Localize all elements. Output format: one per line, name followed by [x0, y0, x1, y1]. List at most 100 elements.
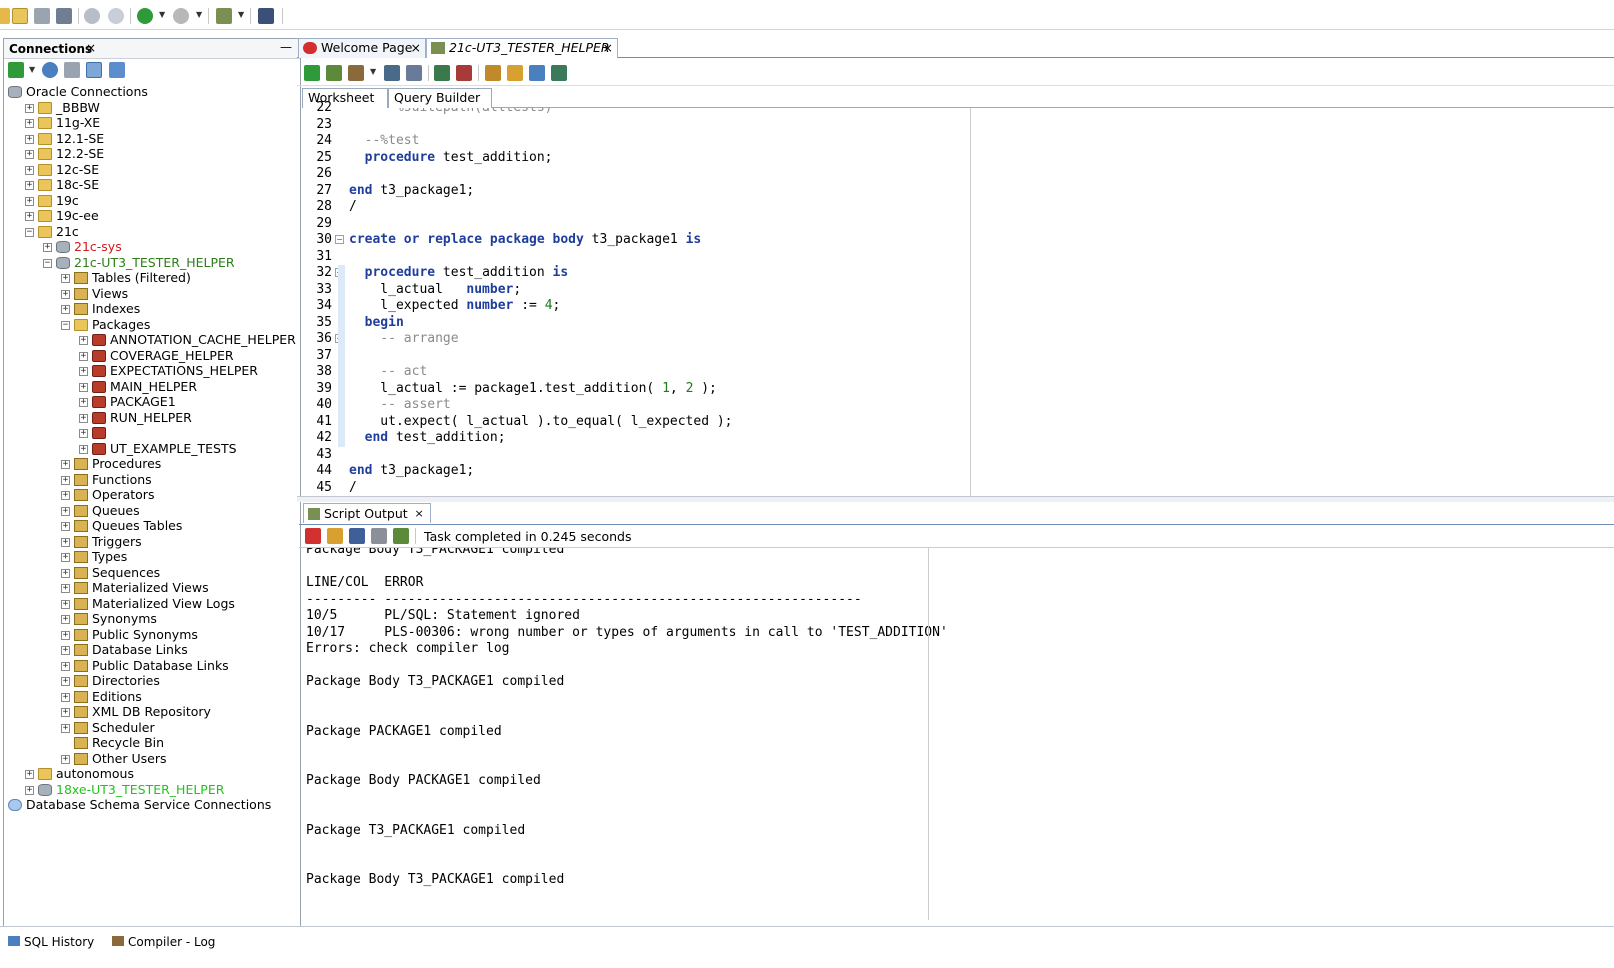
add-connection-dropdown-icon[interactable]: ▼: [29, 65, 35, 74]
expand-icon[interactable]: +: [61, 522, 70, 531]
tree-node[interactable]: + Operators: [4, 487, 300, 503]
tree-node[interactable]: + Synonyms: [4, 611, 300, 627]
tree-node[interactable]: + Scheduler: [4, 720, 300, 736]
clear-icon[interactable]: [507, 65, 523, 81]
tree-node[interactable]: + Procedures: [4, 456, 300, 472]
tree-node[interactable]: + Database Links: [4, 642, 300, 658]
expand-icon[interactable]: +: [61, 475, 70, 485]
tree-node[interactable]: +21c-sys: [4, 239, 300, 255]
autotrace-icon[interactable]: [348, 65, 364, 81]
tree-node[interactable]: + Triggers: [4, 534, 300, 550]
refresh-icon[interactable]: [42, 62, 58, 78]
expand-icon[interactable]: +: [61, 615, 70, 624]
collapse-all-icon[interactable]: [109, 62, 125, 78]
run-statement-icon[interactable]: [304, 65, 320, 81]
undo-icon[interactable]: [84, 8, 100, 24]
pin-icon[interactable]: [305, 528, 321, 544]
expand-icon[interactable]: +: [79, 398, 88, 407]
tab-welcome-page[interactable]: Welcome Page ×: [298, 38, 426, 58]
tree-node[interactable]: +: [4, 425, 300, 441]
expand-icon[interactable]: +: [79, 444, 88, 454]
tree-node[interactable]: +19c-ee: [4, 208, 300, 224]
expand-icon[interactable]: +: [25, 119, 34, 128]
filter-icon[interactable]: [64, 62, 80, 78]
tree-node[interactable]: + XML DB Repository: [4, 704, 300, 720]
expand-icon[interactable]: +: [79, 413, 88, 423]
clear-icon[interactable]: [327, 528, 343, 544]
expand-icon[interactable]: +: [25, 196, 34, 206]
unshared-sql-icon[interactable]: [485, 65, 501, 81]
expand-icon[interactable]: +: [25, 770, 34, 779]
tab-compiler-log[interactable]: Compiler - Log: [112, 935, 215, 949]
explain-plan-icon[interactable]: [384, 65, 400, 81]
new-icon[interactable]: [0, 8, 10, 24]
tab-script-output[interactable]: Script Output ×: [303, 503, 431, 523]
tree-node[interactable]: + Views: [4, 286, 300, 302]
expand-icon[interactable]: +: [61, 630, 70, 640]
expand-icon[interactable]: +: [61, 661, 70, 671]
open-icon[interactable]: [12, 8, 28, 24]
tree-node[interactable]: + Materialized View Logs: [4, 596, 300, 612]
tree-node[interactable]: + PACKAGE1: [4, 394, 300, 410]
sql-editor[interactable]: --%suitepath(alltests) --%test procedure…: [349, 108, 969, 496]
tree-node[interactable]: +12c-SE: [4, 162, 300, 178]
tree-node[interactable]: + Other Users: [4, 751, 300, 767]
rollback-icon[interactable]: [456, 65, 472, 81]
tree-node[interactable]: Database Schema Service Connections: [4, 797, 300, 813]
forward-dropdown-icon[interactable]: ▼: [196, 10, 202, 19]
collapse-icon[interactable]: −: [61, 320, 70, 330]
history-icon[interactable]: [529, 65, 545, 81]
expand-icon[interactable]: +: [61, 491, 70, 500]
expand-icon[interactable]: +: [61, 460, 70, 469]
print-icon[interactable]: [371, 528, 387, 544]
autotrace-dropdown-icon[interactable]: ▼: [370, 67, 376, 76]
expand-icon[interactable]: +: [61, 537, 70, 547]
save-icon[interactable]: [349, 528, 365, 544]
save-icon[interactable]: [34, 8, 50, 24]
connections-tab[interactable]: Connections × —: [4, 39, 300, 59]
back-icon[interactable]: [137, 8, 153, 24]
expand-icon[interactable]: +: [25, 103, 34, 113]
expand-icon[interactable]: +: [79, 367, 88, 376]
expand-icon[interactable]: +: [25, 785, 34, 795]
sql-worksheet-icon[interactable]: [216, 8, 232, 24]
expand-icon[interactable]: +: [61, 274, 70, 283]
forward-icon[interactable]: [173, 8, 189, 24]
tree-node[interactable]: +19c: [4, 193, 300, 209]
tree-node[interactable]: +11g-XE: [4, 115, 300, 131]
expand-icon[interactable]: +: [61, 305, 70, 314]
format-case-icon[interactable]: [551, 65, 567, 81]
back-dropdown-icon[interactable]: ▼: [159, 10, 165, 19]
expand-icon[interactable]: +: [25, 212, 34, 221]
close-icon[interactable]: ×: [86, 41, 96, 55]
tree-node[interactable]: + Indexes: [4, 301, 300, 317]
tree-node[interactable]: − 21c: [4, 224, 300, 240]
tree-node[interactable]: + Editions: [4, 689, 300, 705]
tree-node[interactable]: + Tables (Filtered): [4, 270, 300, 286]
expand-icon[interactable]: +: [25, 165, 34, 175]
tab-query-builder[interactable]: Query Builder: [388, 88, 492, 108]
tab-sql-history[interactable]: SQL History: [8, 935, 94, 949]
tree-node[interactable]: + autonomous: [4, 766, 300, 782]
commit-icon[interactable]: [434, 65, 450, 81]
tree-node[interactable]: + EXPECTATIONS_HELPER: [4, 363, 300, 379]
expand-icon[interactable]: +: [79, 351, 88, 361]
expand-icon[interactable]: +: [25, 181, 34, 190]
tree-node[interactable]: + RUN_HELPER: [4, 410, 300, 426]
expand-icon[interactable]: +: [79, 336, 88, 345]
sql-tuning-icon[interactable]: [406, 65, 422, 81]
tab-worksheet-21c-ut3-tester-helper[interactable]: 21c-UT3_TESTER_HELPER ×: [426, 38, 618, 58]
close-icon[interactable]: ×: [414, 504, 423, 524]
tree-node[interactable]: + Queues Tables: [4, 518, 300, 534]
expand-icon[interactable]: +: [61, 289, 70, 299]
open-in-worksheet-icon[interactable]: [393, 528, 409, 544]
expand-icon[interactable]: +: [61, 599, 70, 609]
find-icon[interactable]: [258, 8, 274, 24]
tree-node[interactable]: + Queues: [4, 503, 300, 519]
tree-node[interactable]: − 21c-UT3_TESTER_HELPER: [4, 255, 300, 271]
expand-icon[interactable]: +: [43, 243, 52, 252]
tree-node[interactable]: + Materialized Views: [4, 580, 300, 596]
run-script-icon[interactable]: [326, 65, 342, 81]
save-all-icon[interactable]: [56, 8, 72, 24]
expand-icon[interactable]: +: [61, 723, 70, 733]
